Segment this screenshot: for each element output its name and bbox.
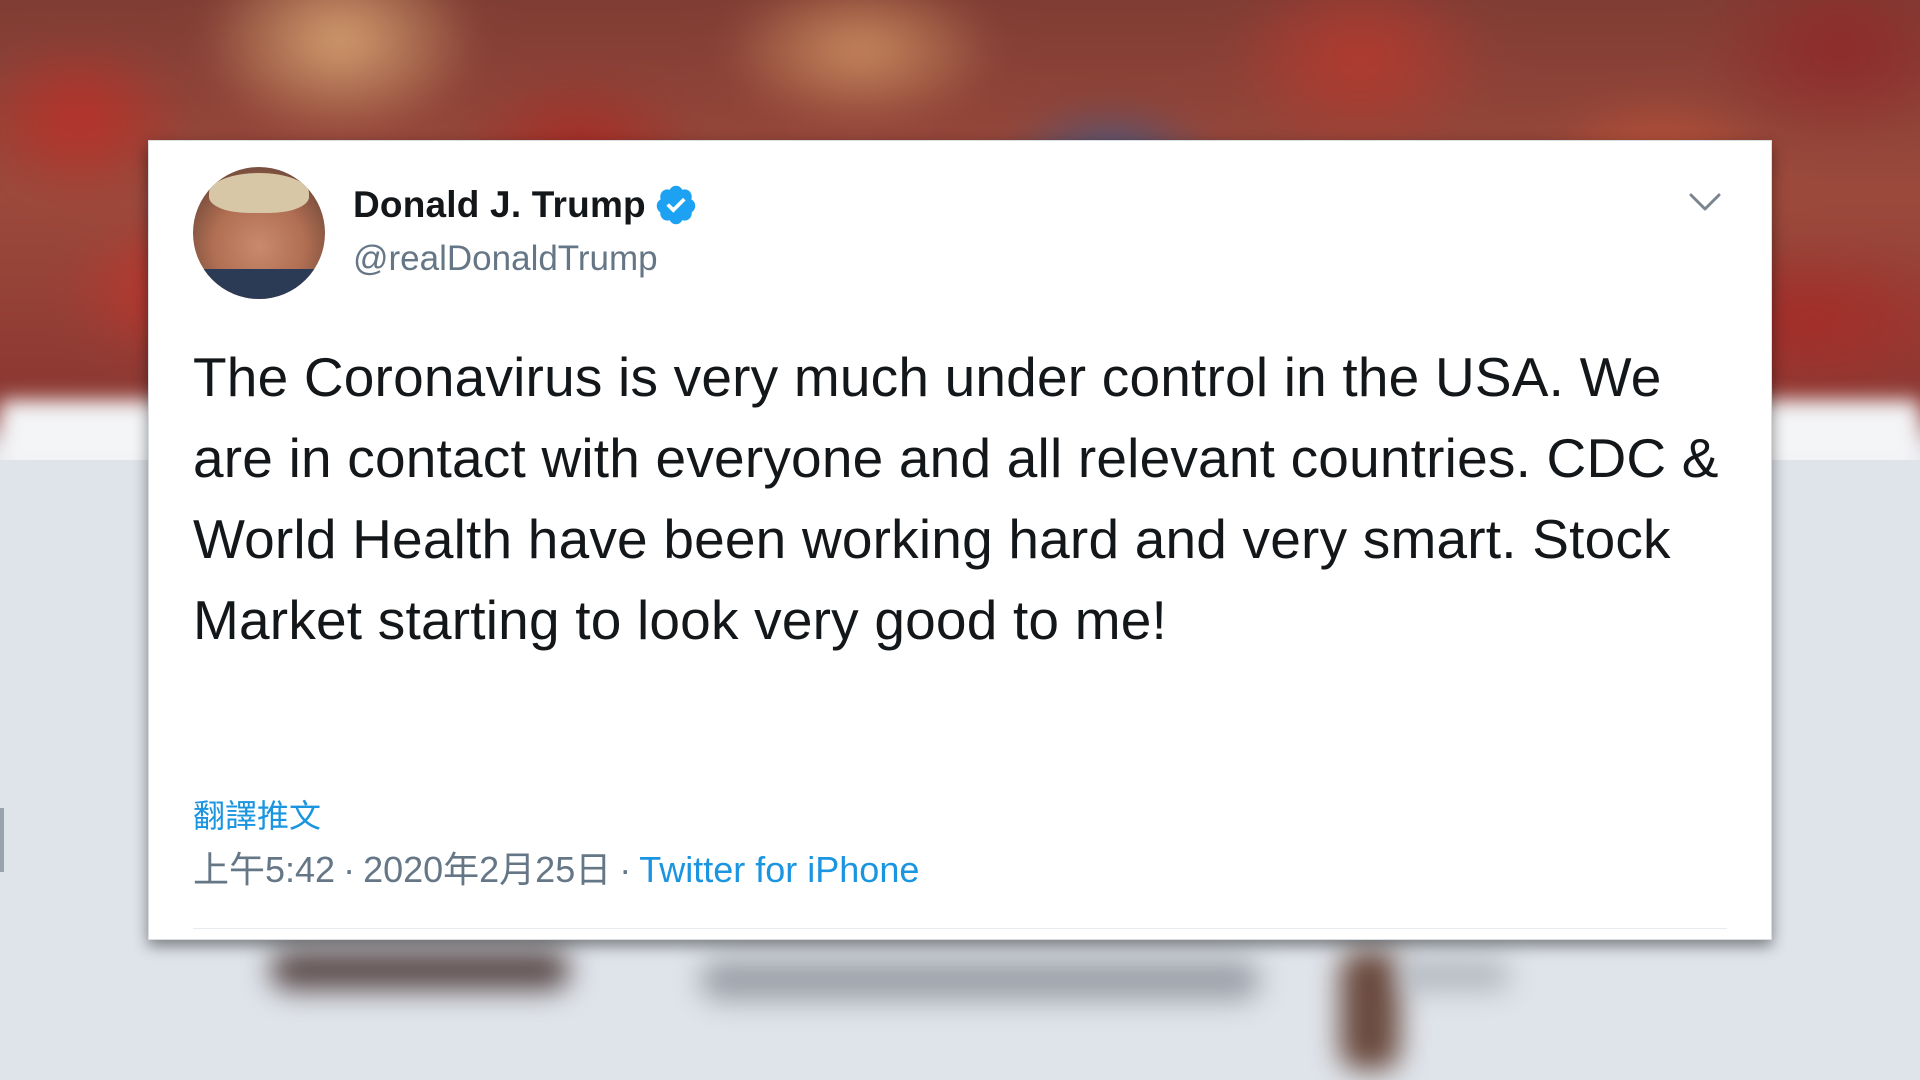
- tweet-text: The Coronavirus is very much under contr…: [193, 346, 1719, 651]
- verified-badge-icon: [656, 185, 696, 225]
- tweet-date[interactable]: 2020年2月25日: [363, 849, 611, 890]
- tweet-meta: 上午5:42 · 2020年2月25日 · Twitter for iPhone: [193, 841, 919, 893]
- screen: Donald J. Trump @realDonaldTrump The Cor…: [0, 0, 1920, 1080]
- background-tab-marker: [0, 808, 4, 872]
- background-blur-shape: [270, 950, 570, 990]
- background-blur-shape: [1400, 960, 1510, 990]
- avatar[interactable]: [193, 167, 325, 299]
- background-blur-shape: [1340, 950, 1400, 1070]
- meta-separator: ·: [343, 849, 356, 890]
- background-blur-shape: [700, 960, 1260, 1000]
- author-name-row[interactable]: Donald J. Trump: [353, 183, 698, 227]
- tweet-time[interactable]: 上午5:42: [193, 849, 335, 890]
- avatar-shirt: [193, 269, 325, 299]
- avatar-hair: [209, 173, 309, 213]
- tweet-card: Donald J. Trump @realDonaldTrump The Cor…: [148, 140, 1772, 940]
- author-block: Donald J. Trump @realDonaldTrump: [353, 183, 698, 279]
- author-handle[interactable]: @realDonaldTrump: [353, 239, 698, 279]
- meta-separator: ·: [619, 849, 632, 890]
- tweet-source-link[interactable]: Twitter for iPhone: [639, 849, 919, 890]
- chevron-down-icon[interactable]: [1687, 187, 1723, 215]
- translate-tweet-link[interactable]: 翻譯推文: [193, 791, 321, 837]
- display-name[interactable]: Donald J. Trump: [353, 184, 646, 226]
- card-divider: [193, 928, 1727, 929]
